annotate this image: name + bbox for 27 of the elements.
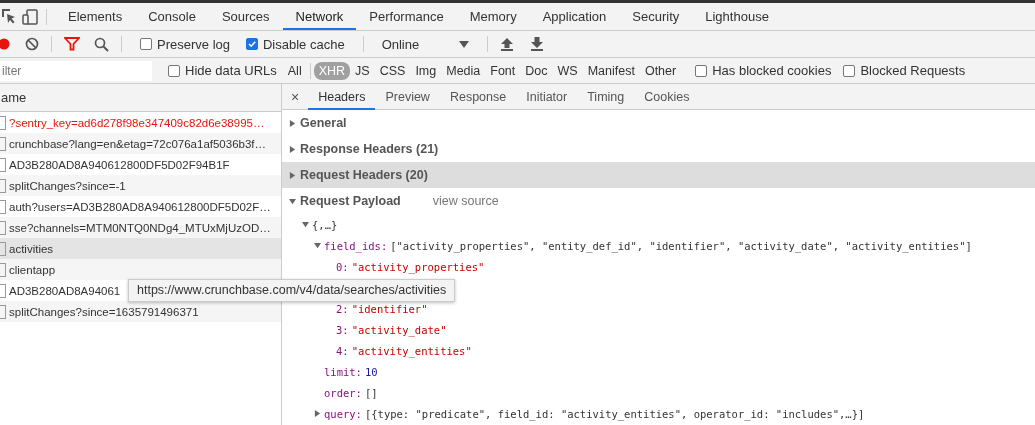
checkbox-label: Preserve log <box>157 36 230 52</box>
payload-value: ["activity_properties", "entity_def_id", "identifier", "activity_date", "activity_entities"] <box>390 239 972 252</box>
payload-value: [{type: "predicate", field_id: "activity_entities", operator_id: "includes",…}] <box>364 407 865 420</box>
payload-key: field_ids: <box>324 239 388 252</box>
payload-value: "identifier" <box>351 302 428 315</box>
payload-value: {,…} <box>312 218 338 231</box>
payload-value: 10 <box>364 365 378 378</box>
payload-value: "activity_entities" <box>351 344 472 357</box>
payload-key: order: <box>324 386 362 399</box>
payload-value: "activity_date" <box>351 323 447 336</box>
payload-key: 3: <box>336 323 349 336</box>
payload-key: limit: <box>324 365 362 378</box>
url-tooltip: https://www.crunchbase.com/v4/data/searches/activities <box>128 279 456 302</box>
payload-key: query: <box>324 407 362 420</box>
checkbox-label: Has blocked cookies <box>712 63 832 78</box>
checkbox-label: Blocked Requests <box>860 63 966 78</box>
payload-key: 0: <box>336 260 349 273</box>
checkbox-label: Hide data URLs <box>185 63 277 78</box>
payload-value: "activity_properties" <box>351 260 485 273</box>
section-title: Request Headers (20) <box>300 168 428 182</box>
payload-key: 2: <box>336 302 349 315</box>
section-title: Response Headers (21) <box>300 142 439 156</box>
checkbox-label: Disable cache <box>263 36 345 52</box>
payload-value: [] <box>364 386 378 399</box>
section-title: General <box>300 116 347 130</box>
payload-key: 4: <box>336 344 349 357</box>
section-title: Request Payload <box>300 194 401 208</box>
